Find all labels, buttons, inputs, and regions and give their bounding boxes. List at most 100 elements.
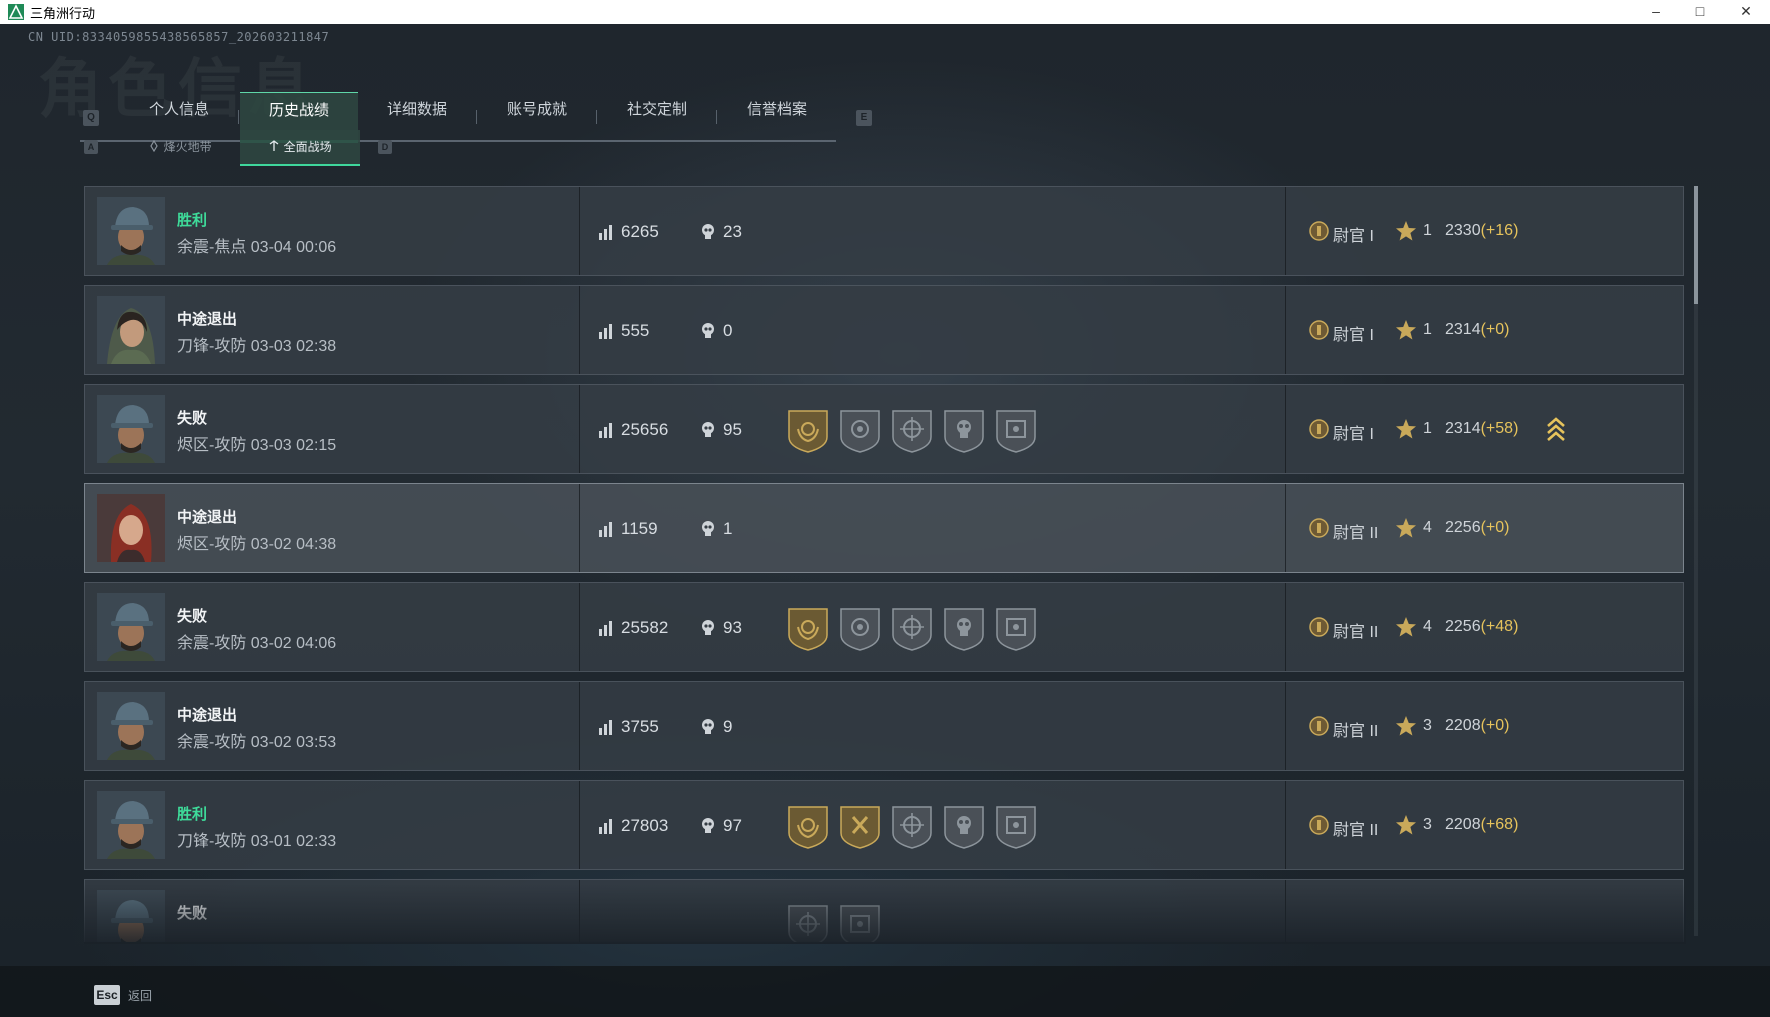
- esc-key[interactable]: Esc: [94, 985, 120, 1005]
- tab-social-custom[interactable]: 社交定制: [598, 92, 716, 140]
- row-divider: [1285, 484, 1286, 572]
- match-row[interactable]: 中途退出 余震-攻防 03-02 03:53 3755 9 尉官 II 3 2208(…: [84, 681, 1684, 771]
- grey-skull-badge-icon[interactable]: [943, 407, 985, 453]
- minimize-button[interactable]: –: [1634, 0, 1678, 24]
- row-divider: [579, 286, 580, 374]
- grey-crosshair-badge-icon[interactable]: [891, 803, 933, 849]
- back-label[interactable]: 返回: [128, 987, 152, 1004]
- list-scrollbar[interactable]: [1694, 186, 1698, 936]
- rank-info: 尉官 I 1 2330(+16): [1309, 221, 1686, 245]
- star-icon: [1395, 715, 1417, 737]
- row-divider: [1285, 781, 1286, 869]
- gold-hammer-badge-icon[interactable]: [839, 803, 881, 849]
- game-screen: 角色信息 CN UID:8334059855438565857_20260321…: [0, 24, 1770, 1017]
- scrollbar-thumb[interactable]: [1694, 186, 1698, 304]
- tab-label: 个人信息: [148, 101, 209, 118]
- rank-points: 2208: [1445, 717, 1481, 734]
- match-row[interactable]: 胜利 余震-焦点 03-04 00:06 6265 23 尉官 I 1 2330(+1…: [84, 186, 1684, 276]
- rank-emblem-icon: [1309, 518, 1329, 538]
- row-divider: [1285, 682, 1286, 770]
- grey-scope-badge-icon[interactable]: [995, 605, 1037, 651]
- gold-wreath-badge-icon[interactable]: [787, 605, 829, 651]
- match-kills: 23: [723, 222, 742, 241]
- rank-stars: 1: [1423, 222, 1432, 239]
- rank-points-group: 2208(+68): [1445, 816, 1518, 834]
- map-mode-time: 刀锋-攻防 03-03 02:38: [177, 338, 337, 355]
- match-row[interactable]: 失败 余震-攻防 03-02 04:06 25582 93 尉官 II 4 2256(…: [84, 582, 1684, 672]
- match-row[interactable]: 失败: [84, 879, 1684, 942]
- rank-emblem-icon: [1309, 815, 1329, 835]
- grey-skull-badge-icon[interactable]: [943, 803, 985, 849]
- kills-icon: [699, 817, 717, 835]
- gold-wreath-badge-icon[interactable]: [787, 803, 829, 849]
- match-row[interactable]: 胜利 刀锋-攻防 03-01 02:33 27803 97 尉官 II 3 2208(…: [84, 780, 1684, 870]
- match-kills: 95: [723, 420, 742, 439]
- match-result: 中途退出: [177, 707, 238, 724]
- operator-avatar: [97, 197, 165, 265]
- rank-emblem-icon: [1309, 320, 1329, 340]
- rank-points: 2256: [1445, 519, 1481, 536]
- rank-points-group: 2208(+0): [1445, 717, 1510, 735]
- prev-subtab-key[interactable]: A: [84, 140, 98, 154]
- gold-wreath-badge-icon[interactable]: [787, 407, 829, 453]
- grey-crosshair-badge-icon[interactable]: [891, 407, 933, 453]
- next-subtab-key[interactable]: D: [378, 140, 392, 154]
- row-divider: [1285, 385, 1286, 473]
- rank-name: 尉官 I: [1333, 327, 1374, 344]
- kills-icon: [699, 421, 717, 439]
- subtab-full-battlefield[interactable]: 全面战场: [240, 130, 360, 166]
- app-logo-icon: [8, 4, 24, 20]
- prev-tab-key[interactable]: Q: [83, 110, 99, 126]
- score-icon: [597, 718, 615, 736]
- rank-name: 尉官 I: [1333, 426, 1374, 443]
- close-button[interactable]: ✕: [1724, 0, 1768, 24]
- rank-delta: (+0): [1480, 717, 1510, 734]
- rank-emblem-icon: [1309, 221, 1329, 241]
- map-mode-time: 刀锋-攻防 03-01 02:33: [177, 833, 337, 850]
- grey-skull-badge-icon[interactable]: [943, 605, 985, 651]
- rank-points-group: 2256(+0): [1445, 519, 1510, 537]
- row-divider: [579, 880, 580, 942]
- grey-crosshair-badge-icon[interactable]: [787, 902, 829, 942]
- map-mode-time: 余震-焦点 03-04 00:06: [177, 239, 337, 256]
- match-history-list: 胜利 余震-焦点 03-04 00:06 6265 23 尉官 I 1 2330(+1…: [84, 186, 1686, 942]
- tab-reputation[interactable]: 信誉档案: [718, 92, 836, 140]
- star-icon: [1395, 616, 1417, 638]
- subtab-extraction[interactable]: 烽火地带: [120, 130, 240, 164]
- mode-subtab-bar: A 烽火地带 全面战场 D: [80, 128, 420, 168]
- grey-scope-badge-icon[interactable]: [995, 803, 1037, 849]
- match-row[interactable]: 中途退出 烬区-攻防 03-02 04:38 1159 1 尉官 II 4 2256(…: [84, 483, 1684, 573]
- row-divider: [579, 187, 580, 275]
- rank-name: 尉官 II: [1333, 723, 1379, 740]
- subtab-label: 全面战场: [283, 140, 332, 154]
- operator-avatar: [97, 791, 165, 859]
- grey-shield-badge-icon[interactable]: [839, 407, 881, 453]
- star-icon: [1395, 814, 1417, 836]
- tab-label: 历史战绩: [268, 102, 329, 119]
- match-kills: 0: [723, 321, 733, 340]
- match-row[interactable]: 失败 烬区-攻防 03-03 02:15 25656 95 尉官 I 1 2314(+…: [84, 384, 1684, 474]
- operator-avatar: [97, 593, 165, 661]
- rank-emblem-icon: [1309, 617, 1329, 637]
- kills-icon: [699, 520, 717, 538]
- maximize-button[interactable]: □: [1678, 0, 1722, 24]
- star-icon: [1395, 418, 1417, 440]
- tab-achievements[interactable]: 账号成就: [478, 92, 596, 140]
- map-mode-time: 烬区-攻防 03-03 02:15: [177, 437, 337, 454]
- rank-stars: 4: [1423, 519, 1432, 536]
- fire-zone-icon: [150, 139, 159, 153]
- match-result: 失败: [177, 905, 208, 922]
- rank-stars: 4: [1423, 618, 1432, 635]
- match-score: 25656: [621, 420, 669, 439]
- match-row[interactable]: 中途退出 刀锋-攻防 03-03 02:38 555 0 尉官 I 1 2314(+0…: [84, 285, 1684, 375]
- grey-scope-badge-icon[interactable]: [995, 407, 1037, 453]
- window-title: 三角洲行动: [30, 6, 96, 21]
- rank-stars: 1: [1423, 321, 1432, 338]
- rank-points: 2330: [1445, 222, 1481, 239]
- grey-scope-badge-icon[interactable]: [839, 902, 881, 942]
- map-mode-time: 余震-攻防 03-02 04:06: [177, 635, 337, 652]
- next-tab-key[interactable]: E: [856, 110, 872, 126]
- grey-crosshair-badge-icon[interactable]: [891, 605, 933, 651]
- grey-shield-badge-icon[interactable]: [839, 605, 881, 651]
- row-divider: [579, 385, 580, 473]
